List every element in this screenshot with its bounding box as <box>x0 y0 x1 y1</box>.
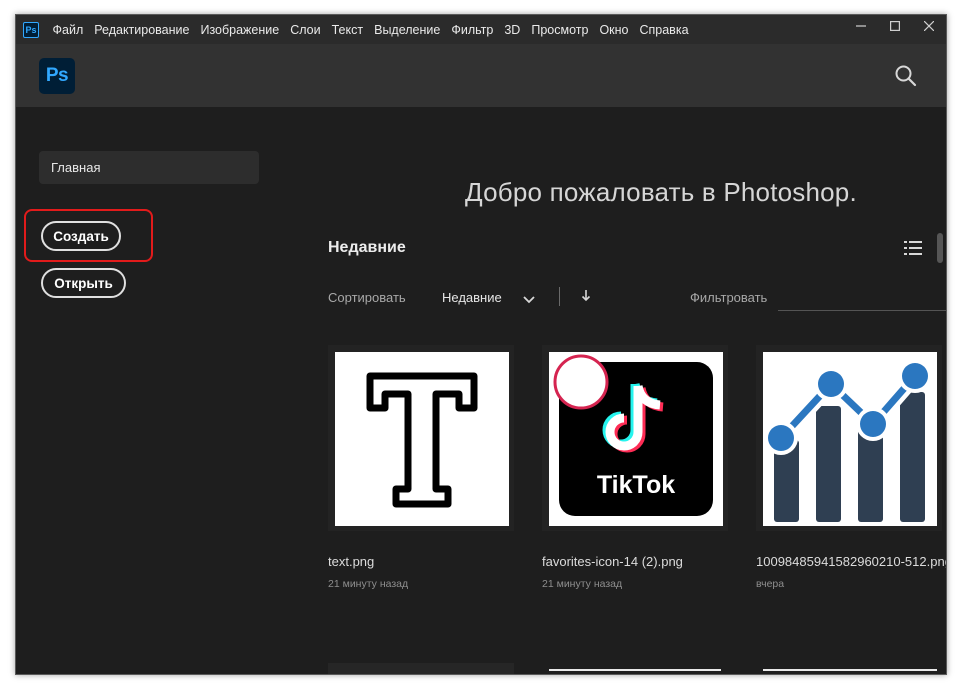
file-time: 21 минуту назад <box>542 578 623 590</box>
sort-dropdown-toggle[interactable] <box>523 291 535 304</box>
highlight-frame <box>24 209 153 262</box>
maximize-button[interactable] <box>878 15 912 37</box>
scrollbar-thumb[interactable] <box>937 233 943 263</box>
file-time: 21 минуту назад <box>328 578 409 590</box>
menu-filter[interactable]: Фильтр <box>446 23 499 37</box>
welcome-heading: Добро пожаловать в Photoshop. <box>465 177 857 207</box>
thumbnail-frame <box>328 345 514 531</box>
home-header: Ps <box>16 44 946 107</box>
photoshop-logo: Ps <box>39 58 75 94</box>
menu-layers[interactable]: Слои <box>285 23 326 37</box>
filter-input[interactable] <box>778 287 946 311</box>
menu-edit[interactable]: Редактирование <box>89 23 195 37</box>
thumbnail-letter-t[interactable] <box>335 352 509 526</box>
thumbnail-chart[interactable] <box>763 352 937 526</box>
thumbnail-frame <box>756 345 942 531</box>
chart-growth-image <box>764 359 932 522</box>
next-row-card[interactable] <box>549 663 721 674</box>
file-name: favorites-icon-14 (2).png <box>542 554 683 569</box>
thumbnail-tiktok[interactable]: TikTok <box>549 352 723 526</box>
menu-select[interactable]: Выделение <box>369 23 446 37</box>
menu-help[interactable]: Справка <box>634 23 694 37</box>
next-row-card[interactable] <box>763 663 937 674</box>
toolbar-divider <box>559 287 560 306</box>
maximize-icon <box>890 21 900 31</box>
recent-title: Недавние <box>328 239 406 256</box>
menu-view[interactable]: Просмотр <box>526 23 594 37</box>
menu-file[interactable]: Файл <box>47 23 89 37</box>
minimize-icon <box>856 25 866 27</box>
chevron-down-icon <box>523 296 535 304</box>
list-view-icon <box>904 241 922 255</box>
open-button[interactable]: Открыть <box>41 268 126 298</box>
sidebar-item-home[interactable]: Главная <box>39 151 259 184</box>
sort-dropdown[interactable]: Недавние <box>442 290 502 305</box>
sort-direction-button[interactable] <box>580 289 592 303</box>
menu-3d[interactable]: 3D <box>499 23 526 37</box>
file-name: text.png <box>328 554 375 569</box>
close-button[interactable] <box>912 15 946 37</box>
list-view-button[interactable] <box>904 240 922 256</box>
search-button[interactable] <box>894 64 918 88</box>
minimize-button[interactable] <box>844 15 878 37</box>
next-row-card[interactable] <box>328 663 514 674</box>
thumbnail-frame: TikTok <box>542 345 728 531</box>
app-icon[interactable]: Ps <box>23 21 39 38</box>
search-icon <box>895 65 917 87</box>
tiktok-logo: TikTok <box>553 354 713 516</box>
close-icon <box>924 21 934 31</box>
thumbnail-edge <box>763 669 937 671</box>
thumbnail-edge <box>549 669 721 671</box>
menu-bar: Ps Файл Редактирование Изображение Слои … <box>16 15 946 44</box>
photoshop-window: Ps Файл Редактирование Изображение Слои … <box>15 14 947 675</box>
letter-t-image <box>366 372 478 508</box>
menu-type[interactable]: Текст <box>326 23 368 37</box>
arrow-down-icon <box>581 290 591 302</box>
file-name: 10098485941582960210-512.png <box>756 554 947 569</box>
tiktok-wordmark: TikTok <box>597 471 675 499</box>
filter-label: Фильтровать <box>690 290 768 305</box>
menu-image[interactable]: Изображение <box>195 23 285 37</box>
window-controls <box>844 15 946 37</box>
sort-label: Сортировать <box>328 290 406 305</box>
file-time: вчера <box>756 578 785 590</box>
menu-window[interactable]: Окно <box>594 23 634 37</box>
